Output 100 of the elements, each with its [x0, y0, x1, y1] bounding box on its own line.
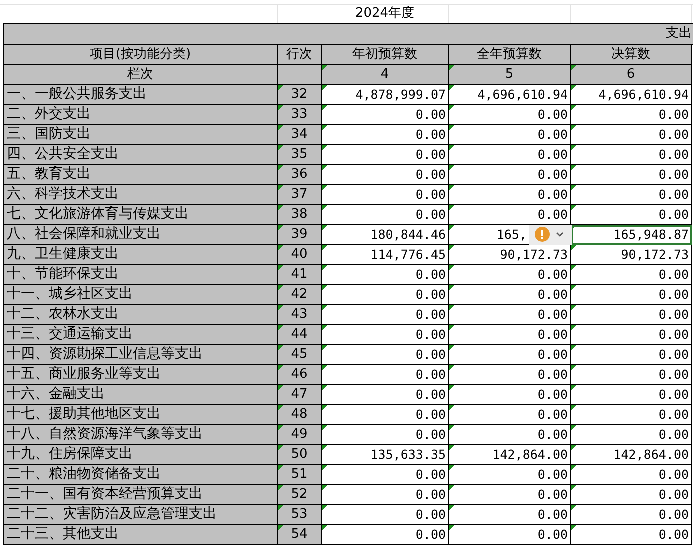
- table-cell[interactable]: 0.00: [322, 165, 449, 185]
- table-cell[interactable]: 0.00: [322, 485, 449, 505]
- table-cell[interactable]: 0.00: [322, 205, 449, 225]
- table-cell[interactable]: 135,633.35: [322, 445, 449, 465]
- table-cell[interactable]: 4,696,610.94: [571, 85, 692, 105]
- table-cell[interactable]: 0.00: [571, 345, 692, 365]
- table-cell[interactable]: 0.00: [322, 105, 449, 125]
- table-cell[interactable]: 4,878,999.07: [322, 85, 449, 105]
- table-cell[interactable]: 0.00: [571, 325, 692, 345]
- table-cell[interactable]: 0.00: [571, 485, 692, 505]
- line-number-cell: 38: [278, 205, 322, 225]
- column-header: 项目(按功能分类): [3, 45, 278, 65]
- table-cell[interactable]: 0.00: [449, 385, 571, 405]
- table-cell[interactable]: 0.00: [322, 125, 449, 145]
- table-cell[interactable]: 0.00: [322, 185, 449, 205]
- table-cell[interactable]: 0.00: [322, 345, 449, 365]
- table-cell[interactable]: 0.00: [449, 145, 571, 165]
- table-cell[interactable]: 0.00: [449, 405, 571, 425]
- category-cell: 十六、金融支出: [3, 385, 278, 405]
- table-cell[interactable]: 90,172.73: [449, 245, 571, 265]
- line-number-cell: 54: [278, 525, 322, 545]
- category-cell: 十八、自然资源海洋气象等支出: [3, 425, 278, 445]
- table-cell[interactable]: 0.00: [571, 385, 692, 405]
- table-cell[interactable]: 0.00: [322, 265, 449, 285]
- error-check-button[interactable]: [529, 224, 572, 244]
- table-cell[interactable]: 0.00: [449, 125, 571, 145]
- column-index-cell: 4: [322, 65, 449, 85]
- table-cell[interactable]: 0.00: [571, 125, 692, 145]
- table-cell[interactable]: 0.00: [449, 325, 571, 345]
- table-cell[interactable]: 0.00: [449, 365, 571, 385]
- line-number-cell: 37: [278, 185, 322, 205]
- column-index-cell: 5: [449, 65, 571, 85]
- category-cell: 二十一、国有资本经营预算支出: [3, 485, 278, 505]
- table-cell[interactable]: 0.00: [449, 525, 571, 545]
- table-cell[interactable]: 4,696,610.94: [449, 85, 571, 105]
- table-cell[interactable]: 0.00: [449, 465, 571, 485]
- table-cell[interactable]: 165,948.87: [571, 225, 692, 245]
- table-cell[interactable]: 0.00: [449, 285, 571, 305]
- table-cell[interactable]: 0.00: [571, 145, 692, 165]
- table-cell[interactable]: 142,864.00: [571, 445, 692, 465]
- column-header: 决算数: [571, 45, 692, 65]
- table-cell[interactable]: 0.00: [449, 345, 571, 365]
- table-cell[interactable]: 0.00: [322, 365, 449, 385]
- table-cell[interactable]: 0.00: [322, 465, 449, 485]
- table-cell[interactable]: 0.00: [571, 525, 692, 545]
- category-cell: 十五、商业服务业等支出: [3, 365, 278, 385]
- table-cell[interactable]: 0.00: [449, 185, 571, 205]
- category-cell: 六、科学技术支出: [3, 185, 278, 205]
- table-cell[interactable]: 0.00: [571, 425, 692, 445]
- table-cell[interactable]: 0.00: [571, 265, 692, 285]
- table-cell[interactable]: 0.00: [571, 165, 692, 185]
- table-cell[interactable]: 0.00: [571, 405, 692, 425]
- table-cell[interactable]: 0.00: [571, 205, 692, 225]
- category-cell: 十四、资源勘探工业信息等支出: [3, 345, 278, 365]
- table-cell[interactable]: 0.00: [449, 265, 571, 285]
- table-cell[interactable]: 142,864.00: [449, 445, 571, 465]
- table-cell[interactable]: 0.00: [322, 145, 449, 165]
- table-cell[interactable]: 0.00: [449, 305, 571, 325]
- table-cell[interactable]: 0.00: [449, 425, 571, 445]
- table-cell[interactable]: 0.00: [322, 325, 449, 345]
- table-cell[interactable]: 0.00: [449, 505, 571, 525]
- table-cell[interactable]: 0.00: [322, 525, 449, 545]
- category-cell: 十九、住房保障支出: [3, 445, 278, 465]
- category-cell: 十七、援助其他地区支出: [3, 405, 278, 425]
- category-cell: 十一、城乡社区支出: [3, 285, 278, 305]
- table-cell[interactable]: 0.00: [571, 305, 692, 325]
- line-number-cell: 42: [278, 285, 322, 305]
- table-cell[interactable]: 0.00: [449, 485, 571, 505]
- table-cell[interactable]: 0.00: [322, 385, 449, 405]
- table-cell[interactable]: 0.00: [322, 505, 449, 525]
- table-cell[interactable]: 0.00: [449, 205, 571, 225]
- category-cell: 十、节能环保支出: [3, 265, 278, 285]
- table-cell[interactable]: 114,776.45: [322, 245, 449, 265]
- table-cell[interactable]: 0.00: [322, 405, 449, 425]
- table-cell[interactable]: 0.00: [322, 285, 449, 305]
- table-cell[interactable]: 0.00: [571, 185, 692, 205]
- index-label-cell: 栏次: [3, 65, 278, 85]
- table-cell[interactable]: 0.00: [322, 305, 449, 325]
- table-cell[interactable]: 0.00: [571, 505, 692, 525]
- table-cell[interactable]: 0.00: [571, 105, 692, 125]
- table-cell[interactable]: 0.00: [449, 165, 571, 185]
- table-cell[interactable]: 90,172.73: [571, 245, 692, 265]
- unit-header-cell: 支出: [3, 23, 693, 45]
- category-cell: 二十三、其他支出: [3, 525, 278, 545]
- table-cell[interactable]: 0.00: [571, 365, 692, 385]
- column-header: 全年预算数: [449, 45, 571, 65]
- category-cell: 二、外交支出: [3, 105, 278, 125]
- table-cell[interactable]: 0.00: [571, 285, 692, 305]
- line-number-cell: 52: [278, 485, 322, 505]
- table-cell[interactable]: 180,844.46: [322, 225, 449, 245]
- column-index-cell: 6: [571, 65, 692, 85]
- line-number-cell: 53: [278, 505, 322, 525]
- category-cell: 二十二、灾害防治及应急管理支出: [3, 505, 278, 525]
- table-cell[interactable]: 0.00: [449, 105, 571, 125]
- line-number-cell: 35: [278, 145, 322, 165]
- table-cell[interactable]: 0.00: [571, 465, 692, 485]
- column-header: 年初预算数: [322, 45, 449, 65]
- category-cell: 九、卫生健康支出: [3, 245, 278, 265]
- table-cell[interactable]: 0.00: [322, 425, 449, 445]
- category-cell: 三、国防支出: [3, 125, 278, 145]
